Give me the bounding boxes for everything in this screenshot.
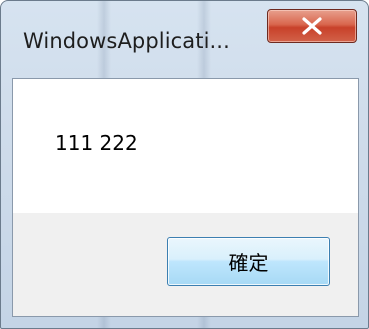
ok-button[interactable]: 確定 [167, 237, 330, 286]
close-icon [301, 17, 323, 35]
dialog-client-area: 111 222 確定 [12, 78, 359, 317]
message-box-window: WindowsApplicati... 111 222 確定 [0, 0, 369, 329]
window-title: WindowsApplicati... [23, 29, 230, 53]
close-button[interactable] [267, 9, 357, 43]
button-bar: 確定 [13, 213, 358, 316]
message-text: 111 222 [55, 131, 138, 155]
